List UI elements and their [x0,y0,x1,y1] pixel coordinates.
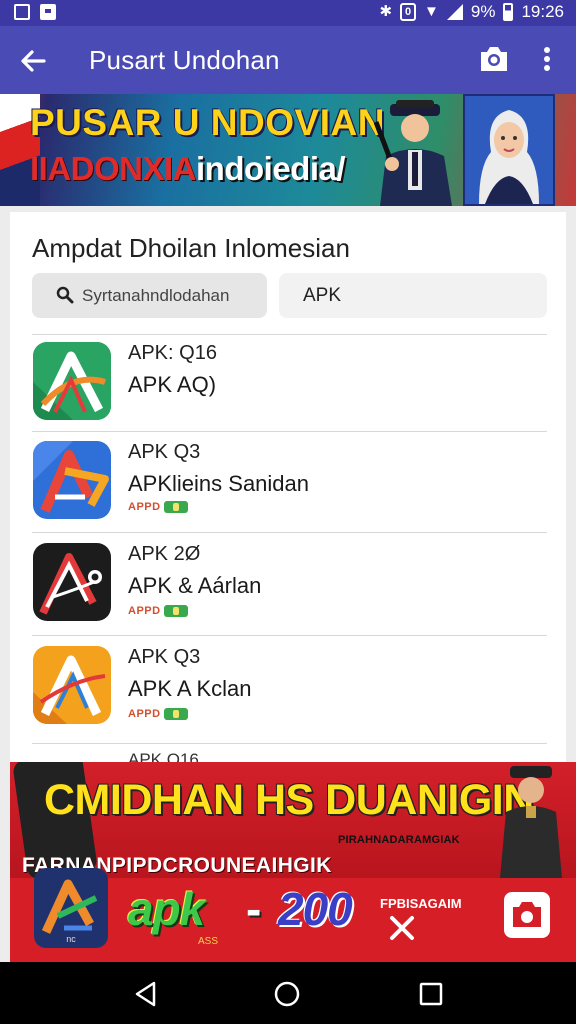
clock: 19:26 [521,2,564,21]
badge-icon [163,605,188,617]
notification-icon [14,4,30,20]
top-banner[interactable]: PUSAR U NDOVIAN IIADONXIAindoiedia/ [0,94,576,206]
app-name: APKlieins Sanidan [128,471,310,496]
tools-icon [390,916,414,940]
ad-brand-text: apk [128,883,205,935]
navigation-bar [0,962,576,1024]
badge-label: APPD [128,708,161,720]
app-bar: Pusart Undohan [0,26,576,94]
woman-portrait [463,94,555,206]
banner-subline-white: indoiedia/ [196,150,346,187]
app-logo-icon [33,441,111,519]
officer-illustration [373,100,452,206]
app-badge: APPD [128,605,188,617]
app-badge: APPD [128,708,188,720]
apk-filter-chip[interactable]: APK [279,273,547,318]
badge-label: APPD [128,501,161,513]
ad-brand-caption: ASS [198,936,219,947]
app-meta: APK 2Ø [128,543,201,565]
wifi-icon: ▼ [424,3,439,20]
ad-app-logo-icon: nc [34,868,108,948]
search-input[interactable]: Syrtanahndlodahan [32,273,267,318]
banner-subline-red: IIADONXIA [30,150,197,187]
ad-dash: - [246,883,262,935]
badge-label: APPD [128,605,161,617]
camera-icon [481,47,507,71]
ad-number: 200 [278,883,353,935]
app-logo-icon [33,543,111,621]
app-name: APK A Kclan [128,676,252,701]
divider [32,532,547,533]
divider [32,635,547,636]
app-name: APK AQ) [128,372,217,397]
message-icon [40,4,56,20]
overflow-menu-button[interactable] [532,42,562,76]
nav-recents-icon[interactable] [418,981,444,1007]
signal-icon [446,4,463,20]
section-title: Ampdat Dhoilan Inlomesian [32,233,350,263]
back-button[interactable] [16,44,50,78]
sim-icon: 0 [400,3,417,21]
ad-bottom-panel: nc apk - 200 ASS FPBISAGAIM [10,868,576,962]
apk-filter-label: APK [303,285,342,306]
app-meta: APK Q3 [128,441,201,463]
search-value: Syrtanahndlodahan [82,286,230,305]
app-logo-icon [33,646,111,724]
phone-screen: ✱ 0 ▼ 9% 19:26 Pusart Undohan PUSAR U ND… [0,0,576,1024]
search-icon [56,286,74,304]
guard-illustration [500,766,562,878]
battery-icon [503,3,514,21]
ad-right-caption: FPBISAGAIM [380,896,462,911]
divider [32,334,547,335]
ad-banner[interactable]: CMIDHAN HS DUANIGIN PIRAHNADARAMGIAK FAR… [10,762,576,962]
status-bar: ✱ 0 ▼ 9% 19:26 [0,0,576,26]
ad-caption: PIRAHNADARAMGIAK [338,834,460,846]
banner-subline: IIADONXIAindoiedia/ [30,150,346,188]
app-name: APK & Aárlan [128,573,262,598]
app-logo-icon [33,342,111,420]
bluetooth-icon: ✱ [379,3,393,20]
divider [32,743,547,744]
ad-headline: CMIDHAN HS DUANIGIN [44,776,534,824]
arrow-left-icon [21,50,46,72]
ad-top-panel: CMIDHAN HS DUANIGIN PIRAHNADARAMGIAK FAR… [10,762,576,881]
app-badge: APPD [128,501,188,513]
camera-button[interactable] [478,44,510,74]
app-meta: APK: Q16 [128,342,217,364]
camera-icon [513,902,541,927]
badge-icon [163,501,188,513]
nav-back-icon[interactable] [132,980,160,1008]
ad-logo-caption: nc [66,934,76,944]
page-title: Pusart Undohan [89,45,280,75]
battery-percent: 9% [470,2,496,21]
app-meta: APK Q3 [128,646,201,668]
divider [32,431,547,432]
content-card: Ampdat Dhoilan Inlomesian Syrtanahndloda… [10,212,566,769]
badge-icon [163,708,188,720]
more-vert-icon [544,47,550,71]
nav-home-icon[interactable] [273,980,301,1008]
ad-camera-button[interactable] [504,892,550,938]
banner-headline: PUSAR U NDOVIAN [30,102,385,143]
